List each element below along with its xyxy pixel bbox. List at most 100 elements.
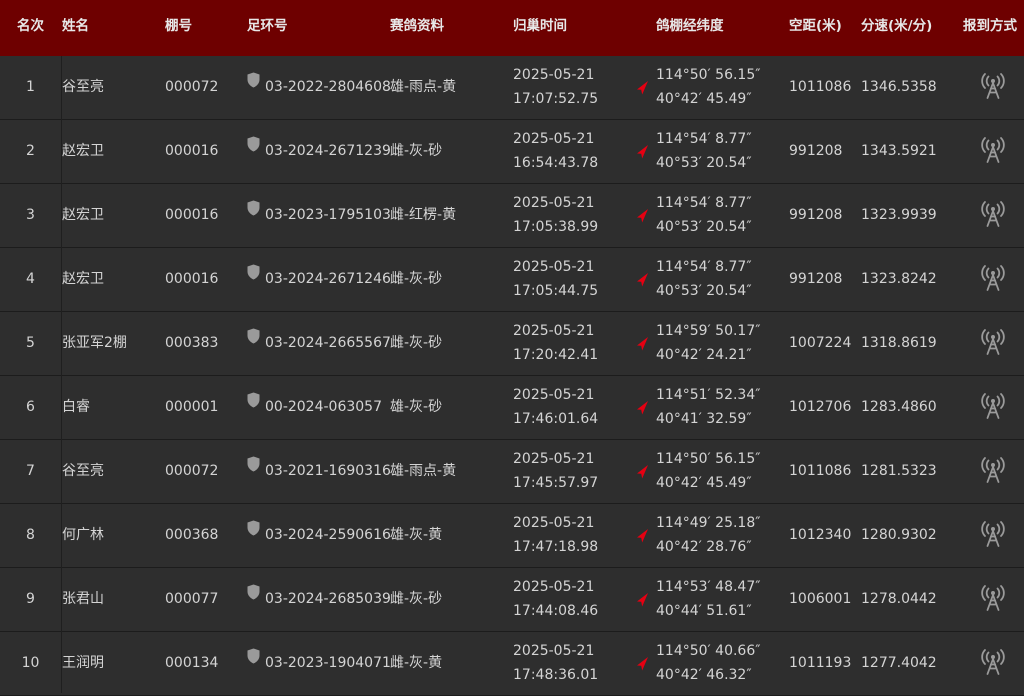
col-ring-header: 足环号: [247, 18, 288, 34]
table-row[interactable]: 4 赵宏卫 000016 03-2024-2671246 雌-灰-砂 2025-…: [0, 248, 1024, 312]
arrival-time: 17:05:38.99: [513, 219, 599, 235]
arrival-time: 17:48:36.01: [513, 667, 599, 683]
distance-cell: 1006001: [789, 591, 852, 607]
table-row[interactable]: 3 赵宏卫 000016 03-2023-1795103 雌-红楞-黄 2025…: [0, 184, 1024, 248]
distance-cell: 1012706: [789, 399, 852, 415]
col-arrival-header: 归巢时间: [513, 18, 567, 34]
longitude-cell: 114°53′ 48.47″: [656, 579, 761, 595]
location-arrow-icon[interactable]: [634, 400, 650, 416]
speed-cell: 1323.9939: [861, 207, 937, 223]
latitude-cell: 40°53′ 20.54″: [656, 219, 752, 235]
distance-cell: 1011086: [789, 463, 852, 479]
location-arrow-icon[interactable]: [634, 144, 650, 160]
arrival-date: 2025-05-21: [513, 323, 595, 339]
name-cell: 何广林: [62, 527, 104, 543]
longitude-cell: 114°54′ 8.77″: [656, 195, 752, 211]
latitude-cell: 40°41′ 32.59″: [656, 411, 752, 427]
loft-cell: 000134: [165, 655, 219, 671]
latitude-cell: 40°44′ 51.61″: [656, 603, 752, 619]
signal-tower-icon: [979, 392, 1007, 420]
longitude-cell: 114°50′ 40.66″: [656, 643, 761, 659]
location-arrow-icon[interactable]: [634, 592, 650, 608]
longitude-cell: 114°51′ 52.34″: [656, 387, 761, 403]
shield-icon: [247, 456, 260, 472]
table-row[interactable]: 10 王润明 000134 03-2023-1904071 雌-灰-黄 2025…: [0, 632, 1024, 696]
loft-cell: 000368: [165, 527, 219, 543]
pigeon-info-cell: 雄-雨点-黄: [390, 463, 457, 479]
ring-cell: 03-2024-2671246: [265, 271, 391, 287]
arrival-time: 17:44:08.46: [513, 603, 599, 619]
pigeon-info-cell: 雌-灰-砂: [390, 591, 443, 607]
rank-cell: 4: [26, 271, 35, 287]
col-name-header: 姓名: [62, 18, 89, 34]
pigeon-info-cell: 雌-红楞-黄: [390, 207, 457, 223]
location-arrow-icon[interactable]: [634, 80, 650, 96]
column-divider: [61, 56, 62, 693]
location-arrow-icon[interactable]: [634, 464, 650, 480]
loft-cell: 000383: [165, 335, 219, 351]
table-row[interactable]: 6 白睿 000001 00-2024-063057 雄-灰-砂 2025-05…: [0, 376, 1024, 440]
speed-cell: 1323.8242: [861, 271, 937, 287]
col-report-header: 报到方式: [963, 18, 1017, 34]
distance-cell: 1011193: [789, 655, 852, 671]
pigeon-info-cell: 雌-灰-砂: [390, 143, 443, 159]
arrival-time: 16:54:43.78: [513, 155, 599, 171]
arrival-date: 2025-05-21: [513, 387, 595, 403]
name-cell: 白睿: [62, 399, 90, 415]
arrival-date: 2025-05-21: [513, 515, 595, 531]
arrival-time: 17:05:44.75: [513, 283, 599, 299]
location-arrow-icon[interactable]: [634, 656, 650, 672]
loft-cell: 000001: [165, 399, 219, 415]
location-arrow-icon[interactable]: [634, 208, 650, 224]
signal-tower-icon: [979, 328, 1007, 356]
arrival-time: 17:07:52.75: [513, 91, 599, 107]
arrival-time: 17:20:42.41: [513, 347, 599, 363]
longitude-cell: 114°54′ 8.77″: [656, 259, 752, 275]
table-row[interactable]: 5 张亚军2棚 000383 03-2024-2665567 雌-灰-砂 202…: [0, 312, 1024, 376]
ring-cell: 03-2024-2685039: [265, 591, 391, 607]
arrival-date: 2025-05-21: [513, 643, 595, 659]
col-distance-header: 空距(米): [789, 18, 842, 34]
speed-cell: 1318.8619: [861, 335, 937, 351]
shield-icon: [247, 648, 260, 664]
name-cell: 张君山: [62, 591, 104, 607]
rank-cell: 5: [26, 335, 35, 351]
arrival-time: 17:46:01.64: [513, 411, 599, 427]
table-row[interactable]: 8 何广林 000368 03-2024-2590616 雄-灰-黄 2025-…: [0, 504, 1024, 568]
col-rank-header: 名次: [17, 18, 44, 34]
speed-cell: 1277.4042: [861, 655, 937, 671]
speed-cell: 1346.5358: [861, 79, 937, 95]
location-arrow-icon[interactable]: [634, 336, 650, 352]
ring-cell: 03-2021-1690316: [265, 463, 391, 479]
table-row[interactable]: 1 谷至亮 000072 03-2022-2804608 雄-雨点-黄 2025…: [0, 56, 1024, 120]
location-arrow-icon[interactable]: [634, 272, 650, 288]
name-cell: 赵宏卫: [62, 271, 104, 287]
speed-cell: 1278.0442: [861, 591, 937, 607]
shield-icon: [247, 328, 260, 344]
shield-icon: [247, 392, 260, 408]
signal-tower-icon: [979, 72, 1007, 100]
name-cell: 王润明: [62, 655, 104, 671]
ring-cell: 03-2024-2671239: [265, 143, 391, 159]
arrival-date: 2025-05-21: [513, 451, 595, 467]
latitude-cell: 40°42′ 24.21″: [656, 347, 752, 363]
longitude-cell: 114°50′ 56.15″: [656, 67, 761, 83]
signal-tower-icon: [979, 584, 1007, 612]
signal-tower-icon: [979, 264, 1007, 292]
arrival-date: 2025-05-21: [513, 259, 595, 275]
name-cell: 赵宏卫: [62, 207, 104, 223]
race-results-table: 名次 姓名 棚号 足环号 赛鸽资料 归巢时间 鸽棚经纬度 空距(米) 分速(米/…: [0, 0, 1024, 696]
col-loft-header: 棚号: [165, 18, 192, 34]
table-row[interactable]: 2 赵宏卫 000016 03-2024-2671239 雌-灰-砂 2025-…: [0, 120, 1024, 184]
table-row[interactable]: 9 张君山 000077 03-2024-2685039 雌-灰-砂 2025-…: [0, 568, 1024, 632]
location-arrow-icon[interactable]: [634, 528, 650, 544]
speed-cell: 1281.5323: [861, 463, 937, 479]
distance-cell: 1011086: [789, 79, 852, 95]
shield-icon: [247, 136, 260, 152]
arrival-time: 17:47:18.98: [513, 539, 599, 555]
name-cell: 谷至亮: [62, 79, 104, 95]
table-row[interactable]: 7 谷至亮 000072 03-2021-1690316 雄-雨点-黄 2025…: [0, 440, 1024, 504]
arrival-time: 17:45:57.97: [513, 475, 599, 491]
longitude-cell: 114°50′ 56.15″: [656, 451, 761, 467]
shield-icon: [247, 264, 260, 280]
